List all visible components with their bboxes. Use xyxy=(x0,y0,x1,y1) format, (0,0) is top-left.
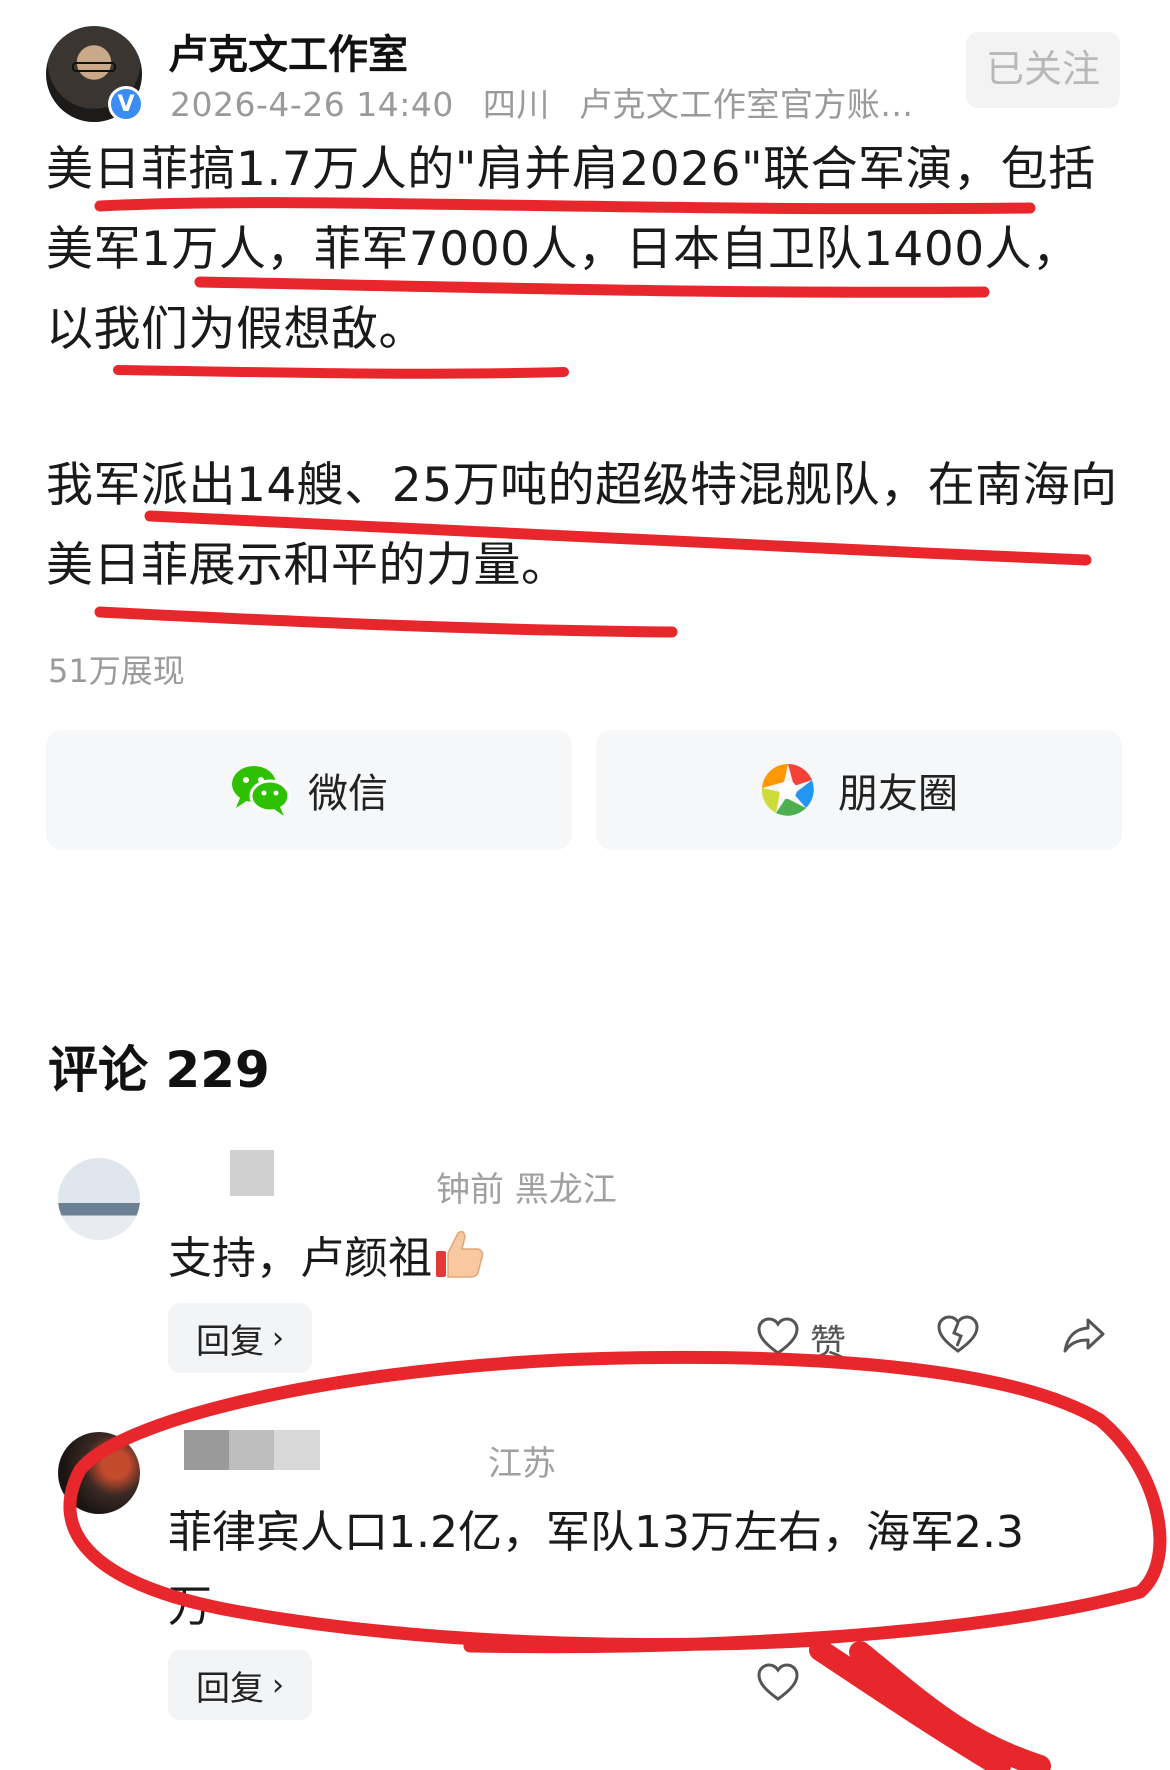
like-label: 赞 xyxy=(810,1323,847,1364)
post-time: 2026-4-26 14:40 xyxy=(170,85,454,124)
post-body: 美日菲搞1.7万人的"肩并肩2026"联合军演，包括美军1万人，菲军7000人，… xyxy=(46,130,1126,606)
post-paragraph-1: 美日菲搞1.7万人的"肩并肩2026"联合军演，包括美军1万人，菲军7000人，… xyxy=(46,142,1096,357)
comment-text-line-1: 菲律宾人口1.2亿，军队13万左右，海军2.3 xyxy=(168,1507,1024,1558)
share-moments-label: 朋友圈 xyxy=(838,771,958,817)
chevron-right-icon: › xyxy=(272,1667,284,1703)
share-row: 微信 朋友圈 xyxy=(46,730,1122,850)
post-paragraph-2: 我军派出14艘、25万吨的超级特混舰队，在南海向美日菲展示和平的力量。 xyxy=(46,458,1118,593)
comment-meta: 钟前 黑龙江 xyxy=(436,1170,617,1210)
author-name[interactable]: 卢克文工作室 xyxy=(168,22,408,80)
share-arrow-icon xyxy=(1062,1316,1106,1363)
share-comment-button[interactable] xyxy=(1062,1316,1106,1363)
heart-icon xyxy=(756,1316,800,1365)
post-meta: 2026-4-26 14:40 四川 卢克文工作室官方账... xyxy=(170,78,931,126)
share-moments-button[interactable]: 朋友圈 xyxy=(596,730,1122,850)
thumbs-up-emoji xyxy=(434,1227,486,1281)
dislike-button[interactable] xyxy=(936,1314,980,1363)
comment-avatar[interactable] xyxy=(58,1158,140,1240)
view-count: 51万展现 xyxy=(48,652,185,690)
redacted-username xyxy=(230,1150,274,1196)
reply-label: 回复 xyxy=(196,1321,264,1362)
chevron-right-icon: › xyxy=(272,1320,284,1356)
heart-icon xyxy=(756,1662,800,1711)
like-button[interactable]: 赞 xyxy=(756,1314,846,1366)
post-header: V 卢克文工作室 2026-4-26 14:40 四川 卢克文工作室官方账...… xyxy=(46,22,1126,124)
like-button[interactable] xyxy=(756,1662,800,1711)
account-description: 卢克文工作室官方账... xyxy=(578,85,914,124)
reply-button[interactable]: 回复 › xyxy=(168,1650,312,1720)
comment-text: 支持，卢颜祖 xyxy=(168,1222,486,1286)
reply-button[interactable]: 回复 › xyxy=(168,1303,312,1373)
comment-body: 支持，卢颜祖 xyxy=(168,1233,432,1284)
redacted-username xyxy=(184,1430,320,1470)
watermark-fade xyxy=(800,1600,1170,1770)
reply-label: 回复 xyxy=(196,1668,264,1709)
moments-icon xyxy=(760,762,822,818)
verified-icon: V xyxy=(108,86,144,122)
underline-stroke xyxy=(94,606,678,638)
comments-heading: 评论 229 xyxy=(48,1041,270,1099)
follow-button[interactable]: 已关注 xyxy=(966,32,1120,108)
post-location: 四川 xyxy=(482,85,550,124)
share-wechat-label: 微信 xyxy=(308,771,388,817)
comment-text-line-2: 万 xyxy=(168,1581,212,1632)
dislike-heart-icon xyxy=(936,1314,980,1363)
share-wechat-button[interactable]: 微信 xyxy=(46,730,572,850)
wechat-icon xyxy=(230,762,292,818)
comment-avatar[interactable] xyxy=(58,1432,140,1514)
comment-meta: 江苏 xyxy=(488,1444,556,1484)
